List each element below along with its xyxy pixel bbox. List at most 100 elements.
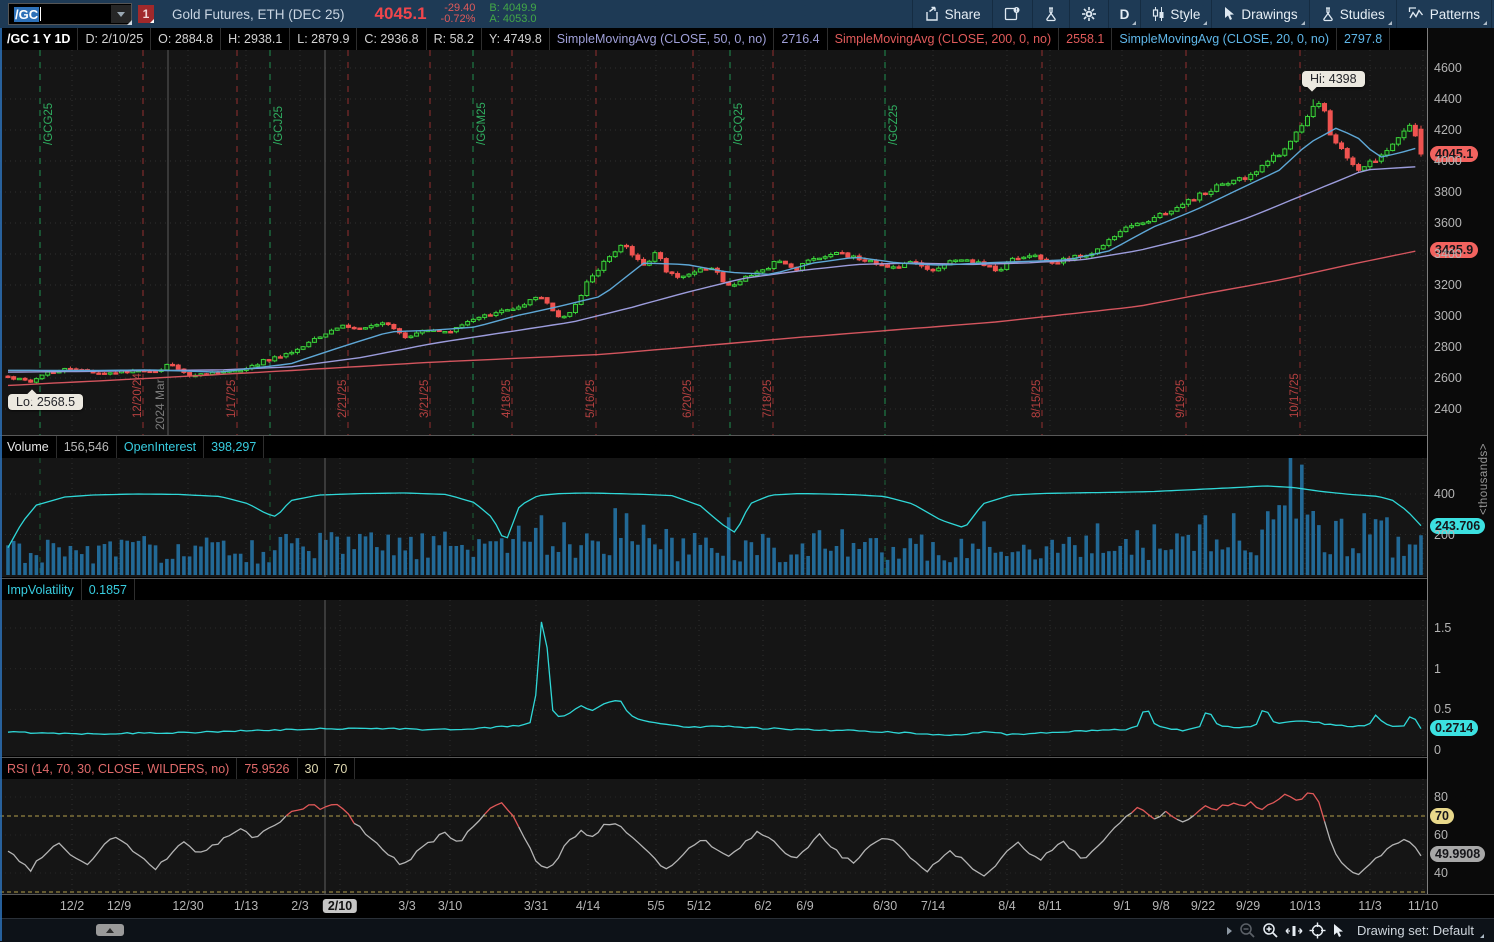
expiry-date-label: 3/21/25 xyxy=(419,380,431,418)
time-axis-label: 12/2 xyxy=(60,899,84,913)
time-axis-label: 11/10 xyxy=(1408,899,1438,913)
volume-title[interactable]: Volume xyxy=(0,436,57,458)
sma20-study-label[interactable]: SimpleMovingAvg (CLOSE, 20, 0, no) xyxy=(1112,28,1337,50)
change-percent: -0.72% xyxy=(441,14,476,25)
rsi-title[interactable]: RSI (14, 70, 30, CLOSE, WILDERS, no) xyxy=(0,758,237,779)
impvolatility-value: 0.1857 xyxy=(82,579,135,600)
time-axis-label: 1/13 xyxy=(234,899,258,913)
open-interest-value: 398,297 xyxy=(204,436,264,458)
impvolatility-bubble: 0.2714 xyxy=(1430,720,1478,736)
window-edge-accent xyxy=(0,28,2,941)
symbol-input[interactable]: /GC xyxy=(8,3,132,25)
studies-button[interactable]: Studies xyxy=(1312,0,1394,28)
price-axis-label: 2400 xyxy=(1434,401,1462,417)
sma50-study-label[interactable]: SimpleMovingAvg (CLOSE, 50, 0, no) xyxy=(550,28,775,50)
rsi-oversold-level: 30 xyxy=(298,758,327,779)
price-axis-label: 2600 xyxy=(1434,370,1462,386)
timeframe-button[interactable]: D xyxy=(1111,0,1139,28)
year-high-flag: Hi: 4398 xyxy=(1302,71,1365,87)
price-chart-canvas[interactable]: 2024 Mar/GCG25/GCJ25/GCM25/GCQ25/GCZ2512… xyxy=(0,50,1427,435)
time-axis-label: 3/31 xyxy=(524,899,548,913)
price-axis-label: 4000 xyxy=(1434,153,1462,169)
rsi-overbought-bubble: 70 xyxy=(1430,808,1454,824)
time-axis-label: 5/12 xyxy=(687,899,711,913)
sma200-study-label[interactable]: SimpleMovingAvg (CLOSE, 200, 0, no) xyxy=(828,28,1060,50)
rsi-chart-canvas[interactable] xyxy=(0,779,1427,894)
sma20-study-value: 2797.8 xyxy=(1337,28,1390,50)
pointer-icon[interactable] xyxy=(1332,923,1345,939)
ohlc-range: R: 58.2 xyxy=(427,28,482,50)
dropdown-corner-icon xyxy=(1480,934,1484,938)
drawings-button[interactable]: Drawings xyxy=(1214,0,1306,28)
price-axis-label: 2800 xyxy=(1434,339,1462,355)
expand-right-icon[interactable] xyxy=(1225,926,1233,936)
price-axis-label: 4200 xyxy=(1434,122,1462,138)
price-change: -29.40 -0.72% xyxy=(441,3,476,25)
time-axis-label: 7/14 xyxy=(921,899,945,913)
expiry-date-label: 7/18/25 xyxy=(762,380,774,418)
symbol-timeframe-label[interactable]: /GC 1 Y 1D xyxy=(0,28,78,50)
patterns-button[interactable]: Patterns xyxy=(1399,0,1489,28)
top-toolbar: /GC 1 Gold Futures, ETH (DEC 25) 4045.1 … xyxy=(0,0,1494,28)
volume-value: 156,546 xyxy=(57,436,117,458)
time-axis-label: 3/3 xyxy=(398,899,415,913)
zoom-in-icon[interactable] xyxy=(1262,922,1279,939)
time-axis[interactable]: 12/212/912/301/132/32/103/33/103/314/145… xyxy=(0,894,1494,919)
impvolatility-title[interactable]: ImpVolatility xyxy=(0,579,82,600)
sma200-study-value: 2558.1 xyxy=(1059,28,1112,50)
selected-date-label: 2/10 xyxy=(323,899,357,913)
rsi-value-bubble: 49.9908 xyxy=(1430,846,1485,862)
expiry-date-label: 1/17/25 xyxy=(226,380,238,418)
volume-axis-label: 400 xyxy=(1434,486,1455,502)
price-axis-label: 3800 xyxy=(1434,184,1462,200)
time-axis-label: 6/30 xyxy=(873,899,897,913)
time-axis-label: 8/11 xyxy=(1038,899,1061,913)
share-button[interactable]: Share xyxy=(915,0,990,28)
price-axis-label: 4600 xyxy=(1434,60,1462,76)
expiry-date-label: 8/15/25 xyxy=(1031,380,1043,418)
chart-scrollbar-handle[interactable] xyxy=(96,924,124,936)
ohlc-year: Y: 4749.8 xyxy=(482,28,550,50)
open-interest-title[interactable]: OpenInterest xyxy=(117,436,204,458)
dropdown-corner-icon xyxy=(1483,21,1487,25)
drawing-set-selector[interactable]: Drawing set: Default xyxy=(1357,923,1484,938)
settings-button[interactable] xyxy=(1072,0,1106,28)
volume-axis-label: 200 xyxy=(1434,527,1455,543)
time-axis-label: 12/30 xyxy=(172,899,203,913)
style-button[interactable]: Style xyxy=(1143,0,1209,28)
linked-group-badge[interactable]: 1 xyxy=(138,5,154,23)
impvolatility-chart-canvas[interactable] xyxy=(0,600,1427,756)
expiry-date-label: 2/21/25 xyxy=(337,380,349,418)
price-axis-label: 3600 xyxy=(1434,215,1462,231)
expiry-date-label: 4/18/25 xyxy=(501,380,513,418)
chevron-down-icon xyxy=(117,12,125,17)
share-icon xyxy=(924,6,940,22)
time-axis-label: 6/2 xyxy=(754,899,771,913)
time-axis-label: 9/8 xyxy=(1152,899,1169,913)
ohlc-high: H: 2938.1 xyxy=(221,28,290,50)
cursor-icon xyxy=(1223,6,1236,22)
ohlc-low: L: 2879.9 xyxy=(290,28,357,50)
svg-text:2024 Mar: 2024 Mar xyxy=(153,379,167,430)
chevron-up-icon xyxy=(106,928,114,933)
expiry-date-label: 9/19/25 xyxy=(1175,380,1187,418)
sma50-study-value: 2716.4 xyxy=(774,28,827,50)
note-icon: ! xyxy=(1004,6,1021,22)
analysis-tools-button[interactable] xyxy=(1035,0,1067,28)
ohlc-date: D: 2/10/25 xyxy=(78,28,151,50)
year-low-flag: Lo: 2568.5 xyxy=(8,394,83,410)
crosshair-icon[interactable] xyxy=(1309,922,1326,939)
time-axis-label: 9/22 xyxy=(1191,899,1215,913)
volume-panel-header: Volume 156,546 OpenInterest 398,297 xyxy=(0,435,1427,458)
price-axis-label: 3000 xyxy=(1434,308,1462,324)
contract-roll-label: /GCM25 xyxy=(476,102,488,145)
time-axis-label: 12/9 xyxy=(107,899,131,913)
text-caret xyxy=(40,7,41,21)
notes-button[interactable]: ! xyxy=(995,0,1030,28)
bar-width-icon[interactable] xyxy=(1285,924,1303,938)
zoom-out-icon[interactable] xyxy=(1239,922,1256,939)
ask-value: A: 4053.0 xyxy=(489,14,536,25)
rsi-axis-label: 60 xyxy=(1434,827,1448,843)
flask-icon xyxy=(1044,6,1058,22)
volume-chart-canvas[interactable] xyxy=(0,458,1427,577)
